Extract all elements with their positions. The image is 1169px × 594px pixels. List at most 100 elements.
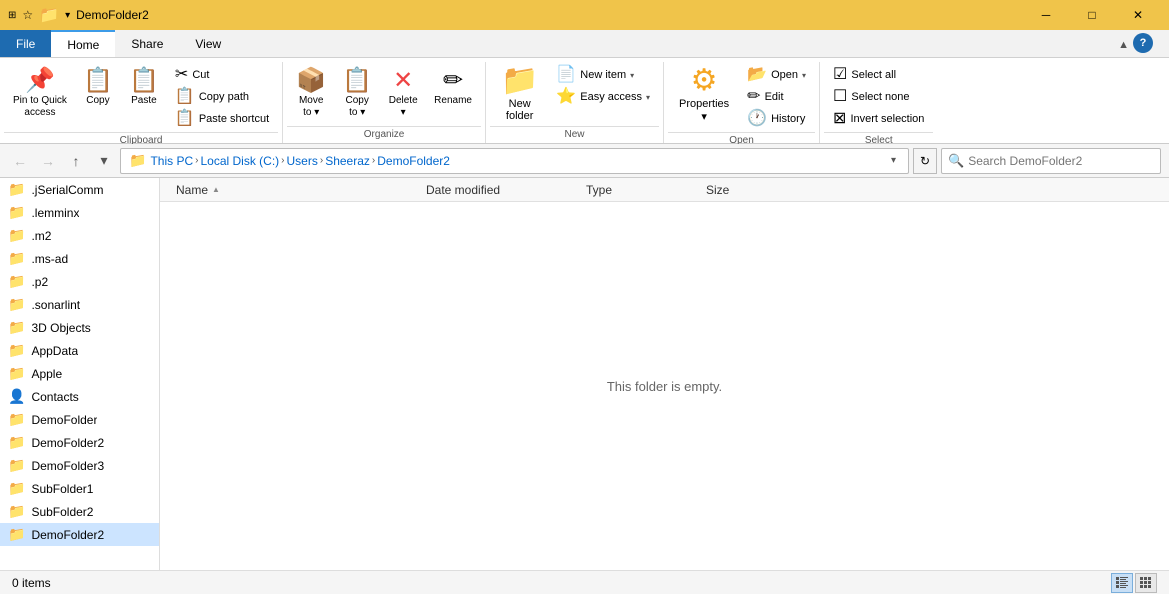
sidebar-item-subfolder1[interactable]: 📁 SubFolder1 xyxy=(0,477,159,500)
column-header-size[interactable]: Size xyxy=(706,183,786,197)
sidebar-item-label-jserialcomm: .jSerialComm xyxy=(31,183,103,197)
paste-shortcut-label: Paste shortcut xyxy=(199,113,269,125)
open-button[interactable]: 📂 Open ▾ xyxy=(740,64,813,86)
sidebar-item-label-p2: .p2 xyxy=(31,275,48,289)
sidebar-item-3d-objects[interactable]: 📁 3D Objects xyxy=(0,316,159,339)
ribbon-group-open-content: ⚙ Properties▾ 📂 Open ▾ ✏ Edit 🕐 History xyxy=(668,62,815,132)
new-item-icon: 📄 xyxy=(556,67,576,83)
tab-view[interactable]: View xyxy=(179,30,237,57)
breadcrumb-local-disk[interactable]: Local Disk (C:) xyxy=(200,154,279,168)
breadcrumb-this-pc[interactable]: This PC xyxy=(150,154,193,168)
search-input[interactable] xyxy=(968,154,1154,168)
column-header-name[interactable]: Name ▲ xyxy=(176,183,426,197)
tab-share[interactable]: Share xyxy=(115,30,179,57)
sidebar-item-demofolder[interactable]: 📁 DemoFolder xyxy=(0,408,159,431)
title-bar-left: ⊞ ☆ 📁 ▾ DemoFolder2 xyxy=(8,5,149,25)
copy-button[interactable]: 📋 Copy xyxy=(76,64,120,112)
folder-icon-ms-ad: 📁 xyxy=(8,250,25,267)
sidebar-item-label-subfolder2: SubFolder2 xyxy=(31,505,93,519)
edit-button[interactable]: ✏ Edit xyxy=(740,86,813,108)
sidebar-item-demofolder3[interactable]: 📁 DemoFolder3 xyxy=(0,454,159,477)
folder-icon-subfolder1: 📁 xyxy=(8,480,25,497)
copy-to-button[interactable]: 📋 Copyto ▾ xyxy=(335,64,379,124)
column-date-label: Date modified xyxy=(426,183,500,197)
sidebar-item-label-apple: Apple xyxy=(31,367,62,381)
new-item-arrow: ▾ xyxy=(630,71,634,80)
new-folder-button[interactable]: 📁 Newfolder xyxy=(492,64,547,124)
new-small-buttons: 📄 New item ▾ ⭐ Easy access ▾ xyxy=(549,64,657,108)
open-arrow: ▾ xyxy=(802,71,806,80)
back-button[interactable]: ← xyxy=(8,149,32,173)
tab-file[interactable]: File xyxy=(0,30,51,57)
column-header-type[interactable]: Type xyxy=(586,183,706,197)
column-size-label: Size xyxy=(706,183,729,197)
minimize-button[interactable]: ─ xyxy=(1023,0,1069,30)
invert-selection-button[interactable]: ⊠ Invert selection xyxy=(826,108,931,130)
forward-button[interactable]: → xyxy=(36,149,60,173)
view-list-button[interactable] xyxy=(1135,573,1157,593)
sidebar-item-jserialcomm[interactable]: 📁 .jSerialComm xyxy=(0,178,159,201)
select-buttons: ☑ Select all ☐ Select none ⊠ Invert sele… xyxy=(826,64,931,130)
cut-button[interactable]: ✂ Cut xyxy=(168,64,276,86)
up-button[interactable]: ↑ xyxy=(64,149,88,173)
pin-to-quick-access-button[interactable]: 📌 Pin to Quickaccess xyxy=(6,64,74,124)
content-body: This folder is empty. xyxy=(160,202,1169,570)
select-none-button[interactable]: ☐ Select none xyxy=(826,86,931,108)
sidebar-item-m2[interactable]: 📁 .m2 xyxy=(0,224,159,247)
maximize-button[interactable]: □ xyxy=(1069,0,1115,30)
clipboard-small-buttons: ✂ Cut 📋 Copy path 📋 Paste shortcut xyxy=(168,64,276,130)
properties-button[interactable]: ⚙ Properties▾ xyxy=(670,64,738,124)
delete-button[interactable]: ✕ Delete▾ xyxy=(381,64,425,124)
new-item-button[interactable]: 📄 New item ▾ xyxy=(549,64,657,86)
sidebar-item-ms-ad[interactable]: 📁 .ms-ad xyxy=(0,247,159,270)
tab-home[interactable]: Home xyxy=(51,30,115,57)
copy-icon: 📋 xyxy=(83,69,113,93)
paste-shortcut-button[interactable]: 📋 Paste shortcut xyxy=(168,108,276,130)
folder-icon-subfolder2: 📁 xyxy=(8,503,25,520)
sidebar-item-p2[interactable]: 📁 .p2 xyxy=(0,270,159,293)
new-folder-label: Newfolder xyxy=(506,98,534,122)
easy-access-button[interactable]: ⭐ Easy access ▾ xyxy=(549,86,657,108)
paste-shortcut-icon: 📋 xyxy=(175,111,195,127)
refresh-button[interactable]: ↻ xyxy=(913,148,937,174)
ribbon-collapse-chevron[interactable]: ▲ xyxy=(1118,39,1129,51)
sidebar-item-subfolder2[interactable]: 📁 SubFolder2 xyxy=(0,500,159,523)
history-button[interactable]: 🕐 History xyxy=(740,108,813,130)
pin-label: Pin to Quickaccess xyxy=(13,95,67,119)
content-header: Name ▲ Date modified Type Size xyxy=(160,178,1169,202)
paste-button[interactable]: 📋 Paste xyxy=(122,64,166,112)
sidebar-item-demofolder2-active[interactable]: 📁 DemoFolder2 xyxy=(0,523,159,546)
rename-button[interactable]: ✏ Rename xyxy=(427,64,479,112)
sidebar-item-label-contacts: Contacts xyxy=(31,390,78,404)
breadcrumb-sheeraz[interactable]: Sheeraz xyxy=(325,154,370,168)
view-details-button[interactable] xyxy=(1111,573,1133,593)
sidebar-item-sonarlint[interactable]: 📁 .sonarlint xyxy=(0,293,159,316)
select-none-label: Select none xyxy=(851,91,909,103)
recent-locations-button[interactable]: ▾ xyxy=(92,149,116,173)
breadcrumb-users[interactable]: Users xyxy=(287,154,318,168)
ribbon-group-new-content: 📁 Newfolder 📄 New item ▾ ⭐ Easy access ▾ xyxy=(490,62,659,126)
folder-icon-m2: 📁 xyxy=(8,227,25,244)
breadcrumb-sep-2: › xyxy=(281,155,284,166)
copy-path-button[interactable]: 📋 Copy path xyxy=(168,86,276,108)
copy-path-icon: 📋 xyxy=(175,89,195,105)
column-header-date[interactable]: Date modified xyxy=(426,183,586,197)
sidebar-item-lemminx[interactable]: 📁 .lemminx xyxy=(0,201,159,224)
edit-icon: ✏ xyxy=(747,89,760,105)
easy-access-label: Easy access xyxy=(580,91,642,103)
sidebar-item-contacts[interactable]: 👤 Contacts xyxy=(0,385,159,408)
move-to-button[interactable]: 📦 Moveto ▾ xyxy=(289,64,333,124)
sidebar-item-demofolder2[interactable]: 📁 DemoFolder2 xyxy=(0,431,159,454)
open-label: Open xyxy=(771,69,798,81)
folder-icon-demofolder3: 📁 xyxy=(8,457,25,474)
sidebar-item-appdata[interactable]: 📁 AppData xyxy=(0,339,159,362)
address-dropdown[interactable]: ▾ xyxy=(887,155,900,166)
select-all-button[interactable]: ☑ Select all xyxy=(826,64,931,86)
item-count: 0 items xyxy=(12,576,51,590)
view-controls xyxy=(1111,573,1157,593)
breadcrumb-demofolder2[interactable]: DemoFolder2 xyxy=(377,154,450,168)
close-button[interactable]: ✕ xyxy=(1115,0,1161,30)
nav-bar: ← → ↑ ▾ 📁 This PC › Local Disk (C:) › Us… xyxy=(0,144,1169,178)
help-button[interactable]: ? xyxy=(1133,33,1153,53)
sidebar-item-apple[interactable]: 📁 Apple xyxy=(0,362,159,385)
